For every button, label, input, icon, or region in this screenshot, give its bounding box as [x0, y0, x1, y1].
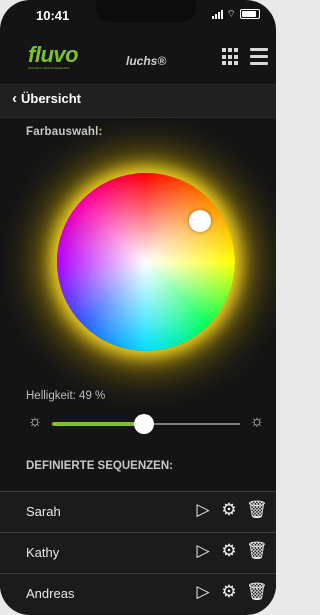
- brightness-slider[interactable]: ☼ ☼: [26, 413, 266, 435]
- grid-icon[interactable]: [222, 48, 240, 66]
- hamburger-menu-icon[interactable]: [250, 48, 268, 66]
- play-icon[interactable]: ▷: [194, 583, 212, 601]
- play-icon[interactable]: ▷: [194, 542, 212, 560]
- trash-icon[interactable]: 🗑: [246, 501, 268, 519]
- list-item[interactable]: Kathy ▷ ⚙ 🗑: [0, 532, 276, 573]
- battery-icon: [240, 9, 260, 19]
- chevron-left-icon: ‹: [12, 90, 17, 107]
- list-item[interactable]: Andreas ▷ ⚙ 🗑: [0, 573, 276, 614]
- status-bar: 10:41 ⌔: [0, 0, 276, 30]
- brand-logo: fluvo: [28, 42, 79, 67]
- sequence-list: Sarah ▷ ⚙ 🗑 Kathy ▷ ⚙ 🗑 Andreas ▷ ⚙ 🗑: [0, 491, 276, 614]
- trash-icon[interactable]: 🗑: [246, 583, 268, 601]
- sequence-name: Andreas: [26, 586, 75, 601]
- gear-icon[interactable]: ⚙: [220, 583, 238, 601]
- app-header: fluvo innovative schwimmbadtechnik luchs…: [0, 36, 276, 80]
- gear-icon[interactable]: ⚙: [220, 501, 238, 519]
- list-item[interactable]: Sarah ▷ ⚙ 🗑: [0, 491, 276, 532]
- slider-fill: [52, 422, 145, 426]
- trash-icon[interactable]: 🗑: [246, 542, 268, 560]
- sun-high-icon: ☼: [249, 413, 265, 430]
- back-label: Übersicht: [21, 91, 81, 106]
- phone-screen: 10:41 ⌔ fluvo innovative schwimmbadtechn…: [0, 0, 276, 615]
- row-actions: ▷ ⚙ 🗑: [194, 501, 268, 519]
- status-time: 10:41: [36, 8, 70, 23]
- color-wheel-container: [41, 157, 251, 367]
- slider-thumb[interactable]: [134, 414, 155, 434]
- brand-tagline: innovative schwimmbadtechnik: [28, 66, 70, 70]
- play-icon[interactable]: ▷: [194, 501, 212, 519]
- row-actions: ▷ ⚙ 🗑: [194, 583, 268, 601]
- status-icons: ⌔: [211, 8, 260, 20]
- wifi-icon: ⌔: [226, 8, 236, 20]
- navigation-bar: ‹ Übersicht: [0, 84, 276, 118]
- signal-icon: [211, 9, 223, 19]
- row-actions: ▷ ⚙ 🗑: [194, 542, 268, 560]
- product-name: luchs®: [126, 54, 167, 68]
- color-section-title: Farbauswahl:: [26, 126, 103, 138]
- sequence-name: Kathy: [26, 545, 60, 560]
- sequences-title: DEFINIERTE SEQUENZEN:: [26, 460, 173, 472]
- gear-icon[interactable]: ⚙: [220, 542, 238, 560]
- back-button[interactable]: ‹ Übersicht: [12, 91, 81, 106]
- brightness-label: Helligkeit: 49 %: [26, 390, 106, 402]
- sun-low-icon: ☼: [27, 413, 43, 430]
- sequence-name: Sarah: [26, 504, 61, 519]
- color-wheel[interactable]: [57, 173, 235, 351]
- color-picker-handle[interactable]: [189, 210, 211, 232]
